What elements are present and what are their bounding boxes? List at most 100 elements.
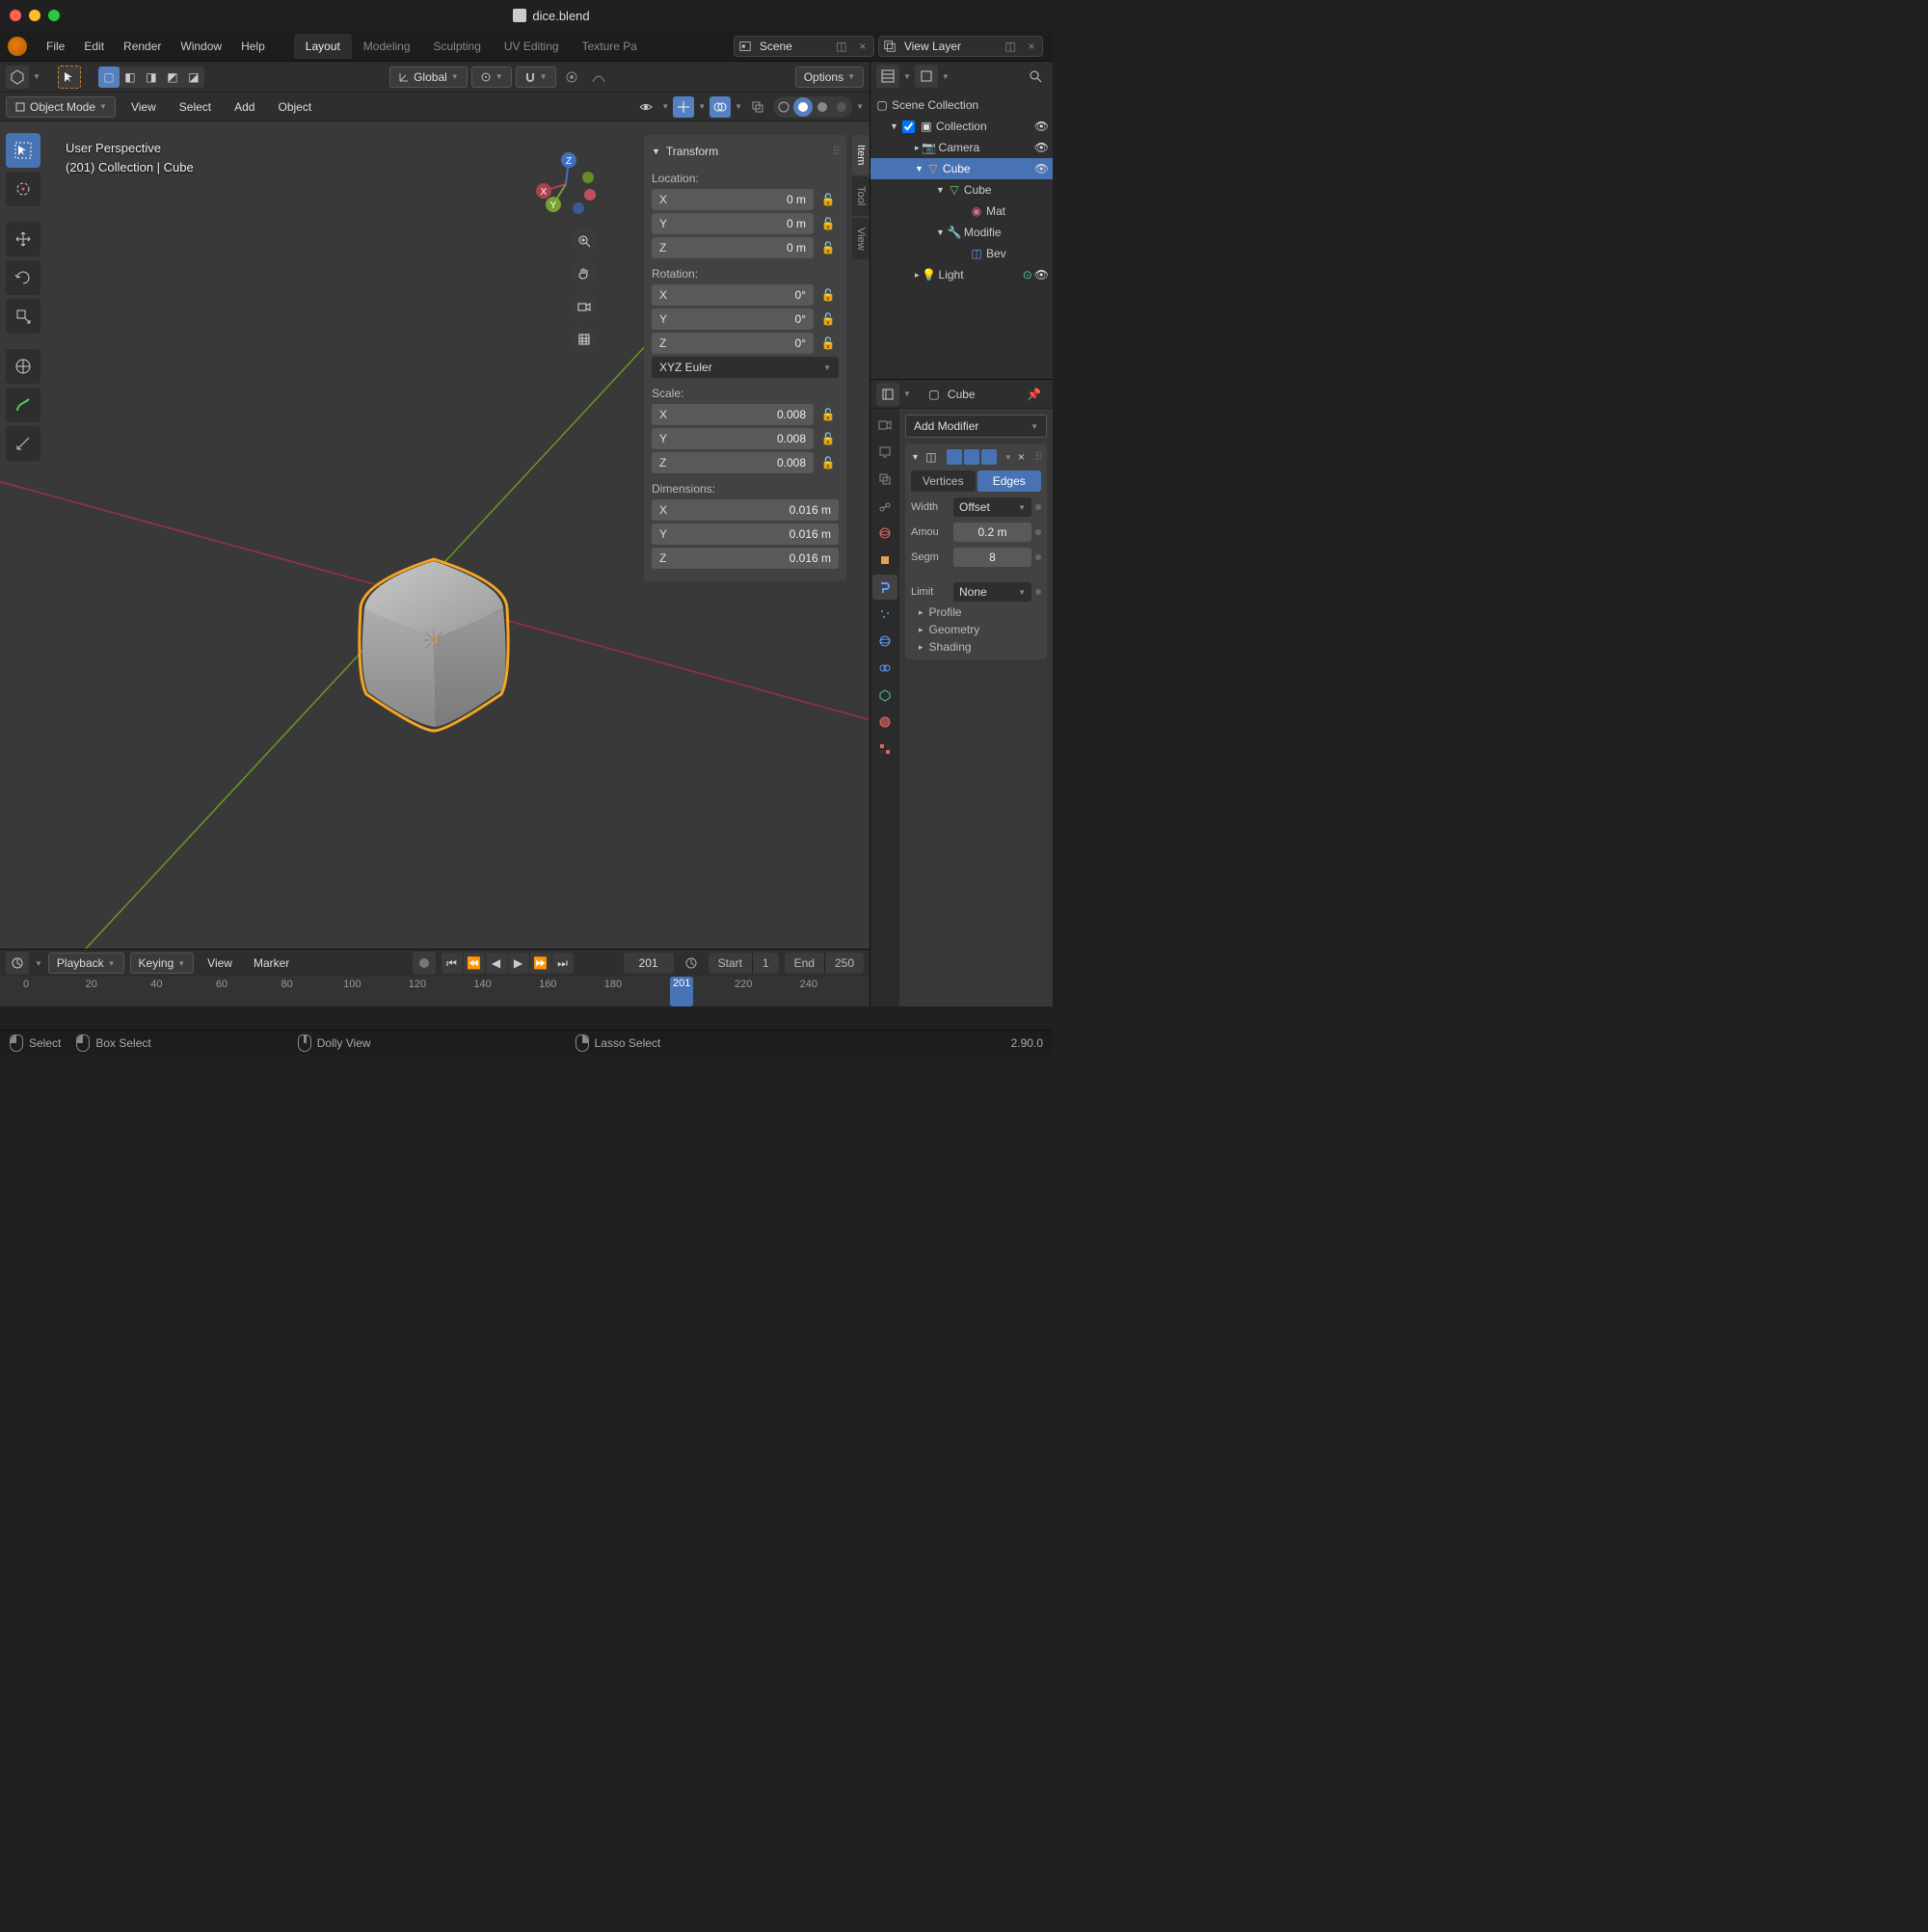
vp-menu-object[interactable]: Object bbox=[270, 100, 319, 114]
lock-icon[interactable]: 🔓 bbox=[817, 452, 839, 473]
rotation-y-field[interactable]: Y0° bbox=[652, 309, 814, 330]
tab-tool[interactable]: Tool bbox=[852, 176, 870, 215]
gizmo-toggle[interactable] bbox=[673, 96, 694, 118]
ptab-particles-icon[interactable] bbox=[872, 602, 897, 627]
lock-icon[interactable]: 🔓 bbox=[817, 309, 839, 330]
anim-dot-icon[interactable] bbox=[1035, 554, 1041, 560]
profile-subpanel[interactable]: ▸Profile bbox=[911, 602, 1041, 619]
play-reverse-icon[interactable]: ◀ bbox=[486, 953, 507, 974]
search-icon[interactable] bbox=[1024, 65, 1047, 88]
tree-cube-mesh[interactable]: ▼ ▽ Cube bbox=[870, 179, 1053, 201]
ptab-viewlayer-icon[interactable] bbox=[872, 467, 897, 492]
rotation-mode-dropdown[interactable]: XYZ Euler▼ bbox=[652, 357, 839, 378]
viewlayer-browse-icon[interactable]: ◫ bbox=[1000, 36, 1021, 57]
keyframe-next-icon[interactable]: ⏩ bbox=[530, 953, 551, 974]
shading-material-icon[interactable] bbox=[813, 97, 832, 117]
amount-field[interactable]: 0.2 m bbox=[953, 523, 1031, 542]
properties-editor-icon[interactable] bbox=[876, 383, 899, 406]
rotate-tool[interactable] bbox=[6, 260, 40, 295]
tree-collection[interactable]: ▼ ▣ Collection 👁 bbox=[870, 116, 1053, 137]
shading-wireframe-icon[interactable] bbox=[774, 97, 793, 117]
eye-icon[interactable]: 👁 bbox=[1034, 162, 1049, 175]
ptab-constraints-icon[interactable] bbox=[872, 656, 897, 681]
annotate-tool[interactable] bbox=[6, 388, 40, 422]
menu-help[interactable]: Help bbox=[231, 36, 275, 57]
dim-x-field[interactable]: X0.016 m bbox=[652, 499, 839, 521]
maximize-window-button[interactable] bbox=[48, 10, 60, 21]
anim-dot-icon[interactable] bbox=[1035, 504, 1041, 510]
lock-icon[interactable]: 🔓 bbox=[817, 404, 839, 425]
tab-item[interactable]: Item bbox=[852, 135, 870, 174]
viewlayer-selector[interactable]: View Layer ◫ × bbox=[878, 36, 1043, 57]
tree-cube[interactable]: ▼ ▽ Cube 👁 bbox=[870, 158, 1053, 179]
minimize-window-button[interactable] bbox=[29, 10, 40, 21]
segments-field[interactable]: 8 bbox=[953, 548, 1031, 567]
timeline-ruler[interactable]: 0 20 40 60 80 100 120 140 160 180 200 22… bbox=[0, 977, 870, 1006]
tab-view[interactable]: View bbox=[852, 218, 870, 260]
scale-x-field[interactable]: X0.008 bbox=[652, 404, 814, 425]
tab-texture-paint[interactable]: Texture Pa bbox=[571, 34, 649, 59]
mod-edit-icon[interactable] bbox=[981, 449, 997, 465]
display-mode-icon[interactable] bbox=[915, 65, 938, 88]
ptab-scene-icon[interactable] bbox=[872, 494, 897, 519]
transform-panel-header[interactable]: ▼ Transform ⠿ bbox=[652, 141, 839, 166]
lock-icon[interactable]: 🔓 bbox=[817, 213, 839, 234]
play-icon[interactable]: ▶ bbox=[508, 953, 529, 974]
eye-icon[interactable]: 👁 bbox=[1034, 141, 1049, 154]
drag-handle-icon[interactable]: ⠿ bbox=[832, 145, 839, 158]
width-type-dropdown[interactable]: Offset▼ bbox=[953, 497, 1031, 517]
select-box-tool[interactable] bbox=[6, 133, 40, 168]
close-icon[interactable]: × bbox=[1018, 450, 1025, 464]
ptab-render-icon[interactable] bbox=[872, 413, 897, 438]
move-tool[interactable] bbox=[6, 222, 40, 256]
select-mode-tweak-icon[interactable]: ▢ bbox=[98, 67, 120, 88]
drag-handle-icon[interactable]: ⠿ bbox=[1034, 450, 1041, 464]
tree-light[interactable]: ▸ 💡 Light ⊙👁 bbox=[870, 264, 1053, 285]
jump-end-icon[interactable]: ⏭ bbox=[552, 953, 574, 974]
outliner-tree[interactable]: ▢ Scene Collection ▼ ▣ Collection 👁 ▸ 📷 … bbox=[870, 91, 1053, 379]
menu-render[interactable]: Render bbox=[114, 36, 171, 57]
eye-icon[interactable]: 👁 bbox=[1034, 120, 1049, 133]
lock-icon[interactable]: 🔓 bbox=[817, 284, 839, 306]
location-y-field[interactable]: Y0 m bbox=[652, 213, 814, 234]
tree-camera[interactable]: ▸ 📷 Camera 👁 bbox=[870, 137, 1053, 158]
scene-selector[interactable]: Scene ◫ × bbox=[734, 36, 874, 57]
tree-material[interactable]: ◉ Mat bbox=[870, 201, 1053, 222]
vp-menu-view[interactable]: View bbox=[123, 100, 164, 114]
vp-menu-add[interactable]: Add bbox=[227, 100, 262, 114]
ptab-object-icon[interactable] bbox=[872, 548, 897, 573]
shading-subpanel[interactable]: ▸Shading bbox=[911, 636, 1041, 654]
limit-dropdown[interactable]: None▼ bbox=[953, 582, 1031, 602]
collection-checkbox[interactable] bbox=[902, 121, 915, 133]
mod-realtime-icon[interactable] bbox=[947, 449, 962, 465]
ptab-output-icon[interactable] bbox=[872, 440, 897, 465]
current-frame-field[interactable]: 201 bbox=[624, 953, 674, 974]
end-frame[interactable]: End250 bbox=[785, 953, 864, 974]
measure-tool[interactable] bbox=[6, 426, 40, 461]
location-x-field[interactable]: X0 m bbox=[652, 189, 814, 210]
lock-icon[interactable]: 🔓 bbox=[817, 237, 839, 258]
tab-layout[interactable]: Layout bbox=[294, 34, 352, 59]
outliner-editor-icon[interactable] bbox=[876, 65, 899, 88]
viewlayer-close-icon[interactable]: × bbox=[1021, 36, 1042, 57]
auto-key-icon[interactable] bbox=[413, 952, 436, 975]
pivot-dropdown[interactable]: ▼ bbox=[471, 67, 512, 88]
tree-scene-collection[interactable]: ▢ Scene Collection bbox=[870, 94, 1053, 116]
cursor-tool[interactable] bbox=[6, 172, 40, 206]
scene-browse-icon[interactable]: ◫ bbox=[831, 36, 852, 57]
3d-viewport[interactable]: User Perspective (201) Collection | Cube… bbox=[0, 121, 870, 949]
vp-menu-select[interactable]: Select bbox=[172, 100, 219, 114]
ptab-modifier-icon[interactable] bbox=[872, 575, 897, 600]
timeline-editor-icon[interactable] bbox=[6, 952, 29, 975]
lock-icon[interactable]: 🔓 bbox=[817, 333, 839, 354]
mode-dropdown[interactable]: Object Mode ▼ bbox=[6, 96, 116, 118]
tab-edges[interactable]: Edges bbox=[977, 470, 1042, 492]
menu-window[interactable]: Window bbox=[171, 36, 231, 57]
keying-menu[interactable]: Keying▼ bbox=[130, 953, 195, 974]
geometry-subpanel[interactable]: ▸Geometry bbox=[911, 619, 1041, 636]
keyframe-prev-icon[interactable]: ⏪ bbox=[464, 953, 485, 974]
playback-menu[interactable]: Playback▼ bbox=[48, 953, 124, 974]
cursor-tool-icon[interactable] bbox=[58, 66, 81, 89]
menu-file[interactable]: File bbox=[37, 36, 74, 57]
preview-range-icon[interactable] bbox=[680, 952, 703, 975]
